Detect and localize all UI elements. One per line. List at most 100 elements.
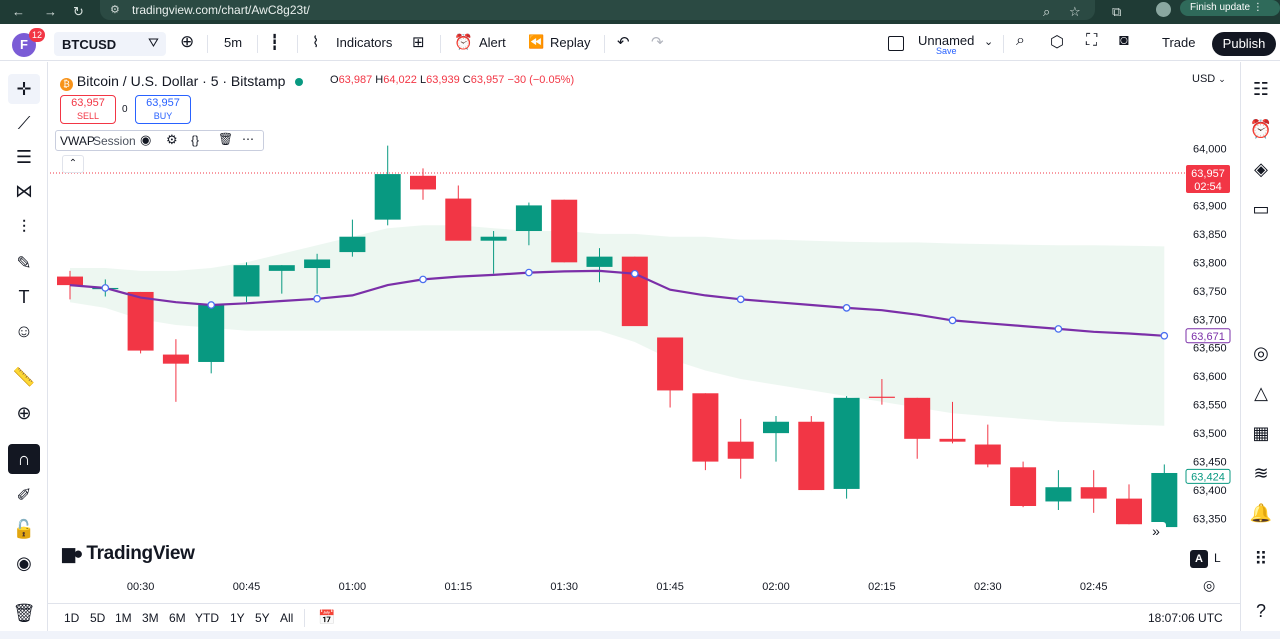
fib-retracement-icon[interactable]: ☰ (8, 142, 40, 172)
indicators-icon[interactable]: ⌇ (312, 33, 319, 51)
text-icon[interactable]: T (8, 282, 40, 312)
candle-body[interactable] (621, 256, 648, 327)
trade-button[interactable]: Trade (1162, 35, 1195, 50)
indicator-legend-vwap[interactable]: VWAP Session ◉ ⚙ {} 🗑 ⋯ (55, 130, 264, 151)
sell-button[interactable]: 63,957 SELL (60, 95, 116, 124)
replay-button[interactable]: Replay (550, 35, 590, 50)
range-1d[interactable]: 1D (64, 611, 79, 625)
range-6m[interactable]: 6M (169, 611, 186, 625)
candle-body[interactable] (268, 265, 295, 271)
trend-line-icon[interactable]: ⟋ (8, 108, 40, 138)
time-axis[interactable] (50, 570, 1186, 602)
vwap-anchor-point[interactable] (313, 294, 321, 303)
reload-icon[interactable]: ↻ (73, 4, 84, 20)
vwap-anchor-point[interactable] (842, 304, 851, 312)
range-5d[interactable]: 5D (90, 611, 105, 625)
candle-body[interactable] (57, 276, 83, 286)
go-to-date-icon[interactable]: 📅 (318, 609, 335, 626)
vwap-anchor-point[interactable] (525, 268, 533, 277)
candle-body[interactable] (515, 205, 542, 232)
publish-button[interactable]: Publish (1212, 32, 1276, 56)
ideas-icon[interactable]: △ (1246, 378, 1276, 408)
forward-icon[interactable]: → (44, 4, 57, 19)
candle-body[interactable] (233, 265, 260, 297)
symbol-title[interactable]: Bitcoin / U.S. Dollar · 5 · Bitstamp (77, 73, 286, 89)
candle-body[interactable] (198, 305, 225, 362)
candle-body[interactable] (974, 444, 1001, 465)
candle-body[interactable] (374, 174, 401, 220)
vwap-anchor-point[interactable] (101, 284, 110, 292)
candle-body[interactable] (480, 236, 507, 241)
more-icon[interactable]: ⋯ (242, 132, 254, 146)
candle-type-icon[interactable]: ┇ (270, 33, 279, 51)
vwap-anchor-point[interactable] (419, 275, 427, 284)
help-icon[interactable]: ? (1246, 596, 1276, 626)
vwap-anchor-point[interactable] (1160, 331, 1169, 340)
zoom-in-icon[interactable]: ⊕ (8, 398, 40, 428)
alert-icon[interactable]: ⏰ (454, 33, 473, 51)
calendar-icon[interactable]: ▦ (1246, 418, 1276, 448)
range-ytd[interactable]: YTD (195, 611, 219, 625)
patterns-icon[interactable]: ⋈ (8, 176, 40, 206)
candle-body[interactable] (868, 396, 895, 398)
range-1y[interactable]: 1Y (230, 611, 245, 625)
signal-icon[interactable]: ≋ (1246, 458, 1276, 488)
ruler-icon[interactable]: 📏 (8, 362, 40, 392)
settings-icon[interactable]: ⚙ (166, 132, 178, 148)
compare-icon[interactable]: ⛛ (148, 35, 159, 51)
alerts-clock-icon[interactable]: ⏰ (1246, 114, 1276, 144)
currency-selector[interactable]: USD ⌄ (1192, 73, 1226, 85)
buy-button[interactable]: 63,957 BUY (135, 95, 191, 124)
candle-body[interactable] (657, 337, 684, 391)
range-all[interactable]: All (280, 611, 293, 625)
utc-clock[interactable]: 18:07:06 UTC (1148, 611, 1223, 625)
candle-body[interactable] (1151, 472, 1178, 528)
candle-body[interactable] (127, 291, 154, 351)
candle-body[interactable] (551, 199, 578, 263)
scroll-to-realtime-button[interactable]: » (1146, 522, 1166, 542)
candle-body[interactable] (904, 397, 931, 439)
range-5y[interactable]: 5Y (255, 611, 270, 625)
chevron-down-icon[interactable]: ⌄ (984, 35, 993, 48)
trash-icon[interactable]: 🗑 (8, 598, 40, 628)
quick-search-icon[interactable]: ⌕ (1016, 32, 1025, 50)
candle-body[interactable] (339, 236, 366, 253)
alert-button[interactable]: Alert (479, 35, 506, 50)
candle-body[interactable] (692, 393, 719, 462)
extensions-icon[interactable]: ⧉ (1112, 4, 1121, 20)
log-scale-button[interactable]: L (1214, 551, 1221, 565)
candle-body[interactable] (445, 198, 472, 241)
settings-icon[interactable]: ⬡ (1050, 32, 1064, 52)
apps-grid-icon[interactable]: ⠿ (1246, 544, 1276, 574)
source-code-icon[interactable]: {} (191, 133, 199, 147)
layout-checkbox-icon[interactable] (888, 36, 904, 51)
notifications-bell-icon[interactable]: 🔔 (1246, 498, 1276, 528)
candle-body[interactable] (1010, 467, 1037, 507)
lock-drawing-icon[interactable]: ✐ (8, 480, 40, 510)
snapshot-icon[interactable]: ◙ (1119, 32, 1129, 50)
candle-body[interactable] (939, 438, 966, 442)
vwap-anchor-point[interactable] (1054, 325, 1063, 333)
undo-icon[interactable]: ↶ (617, 33, 630, 51)
candle-body[interactable] (1080, 487, 1107, 499)
vwap-anchor-point[interactable] (948, 316, 957, 325)
site-settings-icon[interactable]: ⚙ (110, 3, 120, 16)
candle-body[interactable] (410, 175, 436, 190)
candle-body[interactable] (1116, 498, 1142, 525)
interval-button[interactable]: 5m (224, 35, 242, 50)
emoji-icon[interactable]: ☺ (8, 316, 40, 346)
forecast-icon[interactable]: ⫶ (8, 212, 40, 242)
candle-body[interactable] (763, 421, 789, 434)
target-icon[interactable]: ◎ (1246, 338, 1276, 368)
range-1m[interactable]: 1M (115, 611, 132, 625)
templates-icon[interactable]: ⊞ (412, 33, 425, 51)
layers-icon[interactable]: ◈ (1246, 154, 1276, 184)
eye-icon[interactable]: ◉ (8, 548, 40, 578)
vwap-anchor-point[interactable] (736, 295, 745, 304)
redo-icon[interactable]: ↷ (651, 33, 664, 51)
eye-icon[interactable]: ◉ (140, 132, 151, 148)
lock-icon[interactable]: 🔓 (8, 514, 40, 544)
add-symbol-icon[interactable]: ⊕ (180, 32, 194, 52)
range-3m[interactable]: 3M (142, 611, 159, 625)
candle-body[interactable] (586, 256, 613, 267)
